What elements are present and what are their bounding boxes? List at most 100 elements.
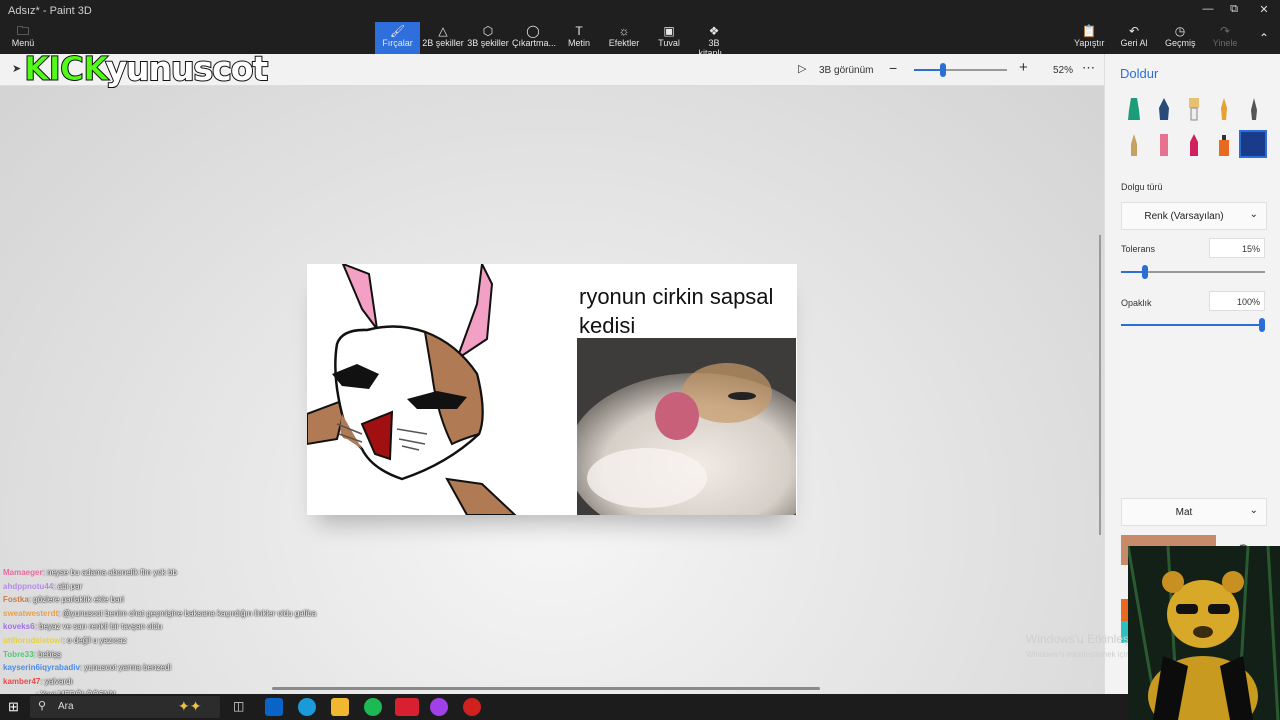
material-dropdown[interactable]: Mat ⌄ xyxy=(1121,498,1267,526)
chat-message: Fostka: gözlere parlaklık ekle bari xyxy=(3,595,124,605)
chat-username: koveks6 xyxy=(3,622,35,632)
3d-view-button[interactable]: 3B görünüm xyxy=(819,65,873,76)
outlook-icon[interactable] xyxy=(265,698,283,716)
chat-username: kayserin6iqyrabadiv xyxy=(3,663,80,673)
select-cursor-icon[interactable]: ➤ xyxy=(12,62,21,75)
spotify-icon[interactable] xyxy=(364,698,382,716)
effects-icon: ☼ xyxy=(618,24,630,38)
3d-shapes-icon: ⬡ xyxy=(482,24,494,38)
brush-icon: 🖌 xyxy=(389,24,406,38)
tab-canvas[interactable]: ▣ Tuval xyxy=(656,22,682,54)
history-icon: ◷ xyxy=(1174,24,1186,38)
streamer-name: yunuscot xyxy=(105,48,270,89)
chat-text: yalvardı xyxy=(44,676,73,686)
title-bar: Adsız* - Paint 3D — ⧉ ✕ xyxy=(0,0,1280,22)
fill-bucket-icon[interactable] xyxy=(1239,130,1267,158)
text-icon: T xyxy=(575,24,583,38)
3d-view-icon[interactable]: ▷ xyxy=(798,62,806,75)
watercolor-brush-icon[interactable] xyxy=(1213,96,1235,122)
zoom-in-icon[interactable]: + xyxy=(1019,59,1028,76)
marker-brush-icon[interactable] xyxy=(1123,96,1145,122)
paste-button[interactable]: 📋 Yapıştır xyxy=(1074,22,1104,54)
2d-shapes-icon: △ xyxy=(438,24,448,38)
file-explorer-icon[interactable] xyxy=(331,698,349,716)
chat-username: utifiorudslstowl xyxy=(3,635,63,645)
folder-icon: 🗀 xyxy=(16,24,29,38)
opacity-input[interactable]: 100% xyxy=(1209,291,1265,311)
chat-message: sweatwesterdt: @yunuscot benim chat geçm… xyxy=(3,608,317,618)
chat-text: beyaz ve sarı renkli bir tavşan oldu xyxy=(39,622,163,632)
vertical-scrollbar[interactable] xyxy=(1099,235,1101,535)
chat-text: neyse bu adama abonelik flm yok bb xyxy=(47,568,177,577)
crayon-icon[interactable] xyxy=(1183,132,1205,158)
canvas-caption: ryonun cirkin sapsal kedisi xyxy=(579,284,774,338)
chat-message: koveks6: beyaz ve sarı renkli bir tavşan… xyxy=(3,622,163,632)
chat-text: o değil u yazıcaz xyxy=(67,635,127,645)
task-view-icon[interactable]: ◫ xyxy=(233,699,244,713)
zoom-slider[interactable] xyxy=(914,63,1007,77)
activation-watermark: Windows'u Etkinleştir xyxy=(1026,632,1139,646)
tolerance-label: Tolerans xyxy=(1121,244,1156,254)
fill-type-label: Dolgu türü xyxy=(1121,182,1163,192)
panel-title: Doldur xyxy=(1120,66,1159,81)
history-button[interactable]: ◷ Geçmiş xyxy=(1165,22,1196,54)
chat-text: gözlere parlaklık ekle bari xyxy=(33,595,124,605)
minimize-icon[interactable]: — xyxy=(1198,3,1218,19)
canvas-icon: ▣ xyxy=(663,24,675,38)
paste-icon: 📋 xyxy=(1081,24,1097,38)
pencil-icon[interactable] xyxy=(1123,132,1145,158)
windows-start-icon[interactable]: ⊞ xyxy=(8,699,19,715)
edge-icon[interactable] xyxy=(298,698,316,716)
tab-3d-shapes[interactable]: ⬡ 3B şekiller xyxy=(467,22,509,54)
tolerance-input[interactable]: 15% xyxy=(1209,238,1265,258)
tab-2d-shapes[interactable]: △ 2B şekiller xyxy=(422,22,464,54)
close-icon[interactable]: ✕ xyxy=(1254,3,1274,19)
3d-library-icon: ❖ xyxy=(708,24,720,38)
search-icon: ⚲ xyxy=(38,700,47,712)
kick-logo-text: KICK xyxy=(24,49,108,89)
redo-icon: ↷ xyxy=(1219,24,1231,38)
pixel-pen-icon[interactable] xyxy=(1243,96,1265,122)
zoom-out-icon[interactable]: − xyxy=(889,60,897,76)
stickers-icon: ◯ xyxy=(526,24,540,38)
chat-message: ahdppnotu44: abi par xyxy=(3,581,83,591)
opacity-slider[interactable] xyxy=(1121,318,1265,332)
paint3d-icon[interactable] xyxy=(430,698,448,716)
chevron-down-icon: ⌄ xyxy=(1249,505,1258,516)
eraser-icon[interactable] xyxy=(1153,132,1175,158)
taskbar: ⊞ ⚲ Ara ✦✦ ◫ xyxy=(0,694,1128,720)
calligraphy-pen-icon[interactable] xyxy=(1153,96,1175,122)
cat-drawing xyxy=(307,264,517,515)
chat-username: ahdppnotu44 xyxy=(3,581,54,591)
tab-brushes[interactable]: 🖌 Fırçalar xyxy=(375,22,420,54)
chat-message: utifiorudslstowl: o değil u yazıcaz xyxy=(3,635,127,645)
undo-icon: ↶ xyxy=(1128,24,1140,38)
taskbar-search[interactable]: ⚲ Ara ✦✦ xyxy=(30,696,220,718)
tab-stickers[interactable]: ◯ Çıkartma... xyxy=(512,22,556,54)
chat-username: Tobre33 xyxy=(3,649,34,659)
chevron-up-icon: ⌃ xyxy=(1258,31,1270,45)
redo-button[interactable]: ↷ Yinele xyxy=(1212,22,1238,54)
chat-message: kayserin6iqyrabadiv: yunuscot yarma benz… xyxy=(3,663,172,673)
tolerance-slider[interactable] xyxy=(1121,265,1265,279)
oil-brush-icon[interactable] xyxy=(1183,96,1205,122)
spray-can-icon[interactable] xyxy=(1213,132,1235,158)
horizontal-scrollbar[interactable] xyxy=(272,687,820,690)
undo-button[interactable]: ↶ Geri Al xyxy=(1120,22,1148,54)
collapse-ribbon-button[interactable]: ⌃ xyxy=(1256,22,1272,54)
fill-type-dropdown[interactable]: Renk (Varsayılan) ⌄ xyxy=(1121,202,1267,230)
tab-text[interactable]: T Metin xyxy=(566,22,592,54)
opera-icon[interactable] xyxy=(395,698,419,716)
tab-3d-library[interactable]: ❖ 3B kitaplı... xyxy=(693,22,735,58)
app-icon[interactable] xyxy=(463,698,481,716)
sparkle-icon: ✦✦ xyxy=(178,698,202,714)
chat-username: Fostka xyxy=(3,595,29,605)
chat-message: kamber47: yalvardı xyxy=(3,676,73,686)
more-options-icon[interactable]: ⋯ xyxy=(1082,60,1095,76)
restore-icon[interactable]: ⧉ xyxy=(1224,3,1244,19)
cat-photo xyxy=(577,338,796,515)
chat-text: yunuscot yarma benzedi xyxy=(84,663,172,673)
tab-effects[interactable]: ☼ Efektler xyxy=(608,22,640,54)
drawing-canvas[interactable]: ryonun cirkin sapsal kedisi xyxy=(307,264,797,515)
zoom-percent: 52% xyxy=(1053,65,1074,76)
